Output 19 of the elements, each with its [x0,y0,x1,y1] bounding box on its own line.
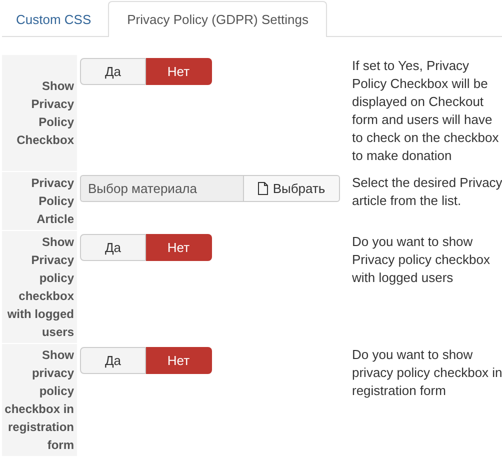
field-label: Show Privacy Policy Checkbox [2,55,77,171]
tab[interactable]: Custom CSS [2,1,106,36]
field-label: Show privacy policy checkbox in registration form [2,344,77,456]
toggle-option[interactable]: Нет [146,347,212,374]
select-button[interactable]: Выбрать [243,175,340,202]
toggle-option[interactable]: Да [80,58,146,85]
field-description: Select the desired Privacy article from the list. [351,174,502,210]
field-description: Do you want to show Privacy policy checkbox with logged users [351,233,491,287]
field-label: Privacy Policy Article [2,172,77,230]
field-description: If set to Yes, Privacy Policy Checkbox will be displayed on Checkout form and users will have to check on the checkbox to make donation [351,57,500,165]
article-field[interactable]: Выбор материала [80,175,243,202]
tab[interactable]: Privacy Policy (GDPR) Settings [108,1,328,37]
field-label: Show Privacy policy checkbox with logged users [2,231,77,343]
file-icon [258,182,268,195]
toggle-option[interactable]: Нет [146,234,212,261]
toggle-option[interactable]: Нет [146,58,212,85]
toggle-option[interactable]: Да [80,347,146,374]
field-description: Do you want to show privacy policy checkbox in registration form [351,346,502,400]
toggle-option[interactable]: Да [80,234,146,261]
